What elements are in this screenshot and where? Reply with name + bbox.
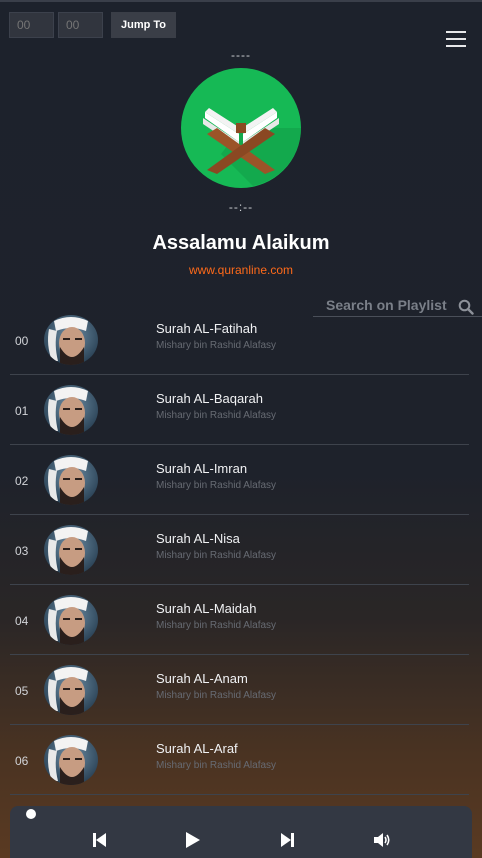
reciter-avatar [44,315,98,365]
jump-to-button[interactable]: Jump To [111,12,176,38]
previous-icon[interactable] [90,830,110,850]
reciter-avatar [44,525,98,575]
top-border [0,0,482,2]
playlist-item[interactable]: 04 Surah AL-Maidah Mishary bin Rashid Al… [10,585,469,655]
player-bar [10,806,472,858]
quran-logo-icon [181,68,301,188]
track-artist: Mishary bin Rashid Alafasy [156,760,277,771]
playlist-item[interactable]: 06 Surah AL-Araf Mishary bin Rashid Alaf… [10,725,469,795]
track-number: 06 [15,754,29,768]
website-link[interactable]: www.quranline.com [0,263,482,277]
hamburger-menu-icon[interactable] [446,31,466,48]
track-title: Surah AL-Fatihah [156,321,258,336]
track-artist: Mishary bin Rashid Alafasy [156,690,277,701]
track-number: 03 [15,544,29,558]
reciter-avatar [44,665,98,715]
jump-minutes-input[interactable] [9,12,54,38]
reciter-avatar [44,595,98,645]
duration-time: --:-- [228,200,254,214]
playlist-item[interactable]: 01 Surah AL-Baqarah Mishary bin Rashid A… [10,375,469,445]
jump-seconds-input[interactable] [58,12,103,38]
track-title: Surah AL-Anam [156,671,248,686]
track-title: Surah AL-Maidah [156,601,257,616]
play-icon[interactable] [182,830,202,850]
track-artist: Mishary bin Rashid Alafasy [156,480,277,491]
playlist: 00 Surah AL-Fatihah Mishary bin Rashid A… [10,305,469,795]
track-number: 00 [15,334,29,348]
reciter-avatar [44,455,98,505]
volume-icon[interactable] [372,830,392,850]
track-artist: Mishary bin Rashid Alafasy [156,340,277,351]
track-title: Surah AL-Imran [156,461,248,476]
track-number: 05 [15,684,29,698]
track-artist: Mishary bin Rashid Alafasy [156,620,277,631]
playlist-item[interactable]: 03 Surah AL-Nisa Mishary bin Rashid Alaf… [10,515,469,585]
track-title: Surah AL-Baqarah [156,391,263,406]
track-number: 01 [15,404,29,418]
track-number: 02 [15,474,29,488]
reciter-avatar [44,385,98,435]
now-playing-header: ---- --:-- Assalamu Alaikum www.quranlin… [0,48,482,277]
track-artist: Mishary bin Rashid Alafasy [156,410,277,421]
jump-controls: Jump To [9,12,176,38]
next-icon[interactable] [277,830,297,850]
track-artist: Mishary bin Rashid Alafasy [156,550,277,561]
track-title: Surah AL-Nisa [156,531,240,546]
playlist-item[interactable]: 00 Surah AL-Fatihah Mishary bin Rashid A… [10,305,469,375]
track-title: Surah AL-Araf [156,741,238,756]
reciter-avatar [44,735,98,785]
progress-handle[interactable] [26,809,36,819]
elapsed-time: ---- [231,48,251,62]
track-number: 04 [15,614,29,628]
greeting-title: Assalamu Alaikum [152,232,330,254]
playlist-item[interactable]: 05 Surah AL-Anam Mishary bin Rashid Alaf… [10,655,469,725]
playlist-item[interactable]: 02 Surah AL-Imran Mishary bin Rashid Ala… [10,445,469,515]
